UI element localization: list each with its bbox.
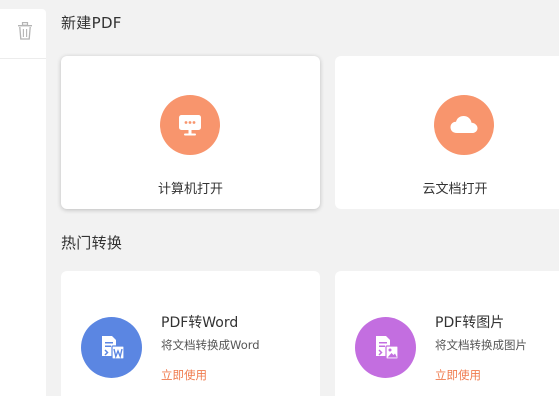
open-from-cloud-icon-circle [434,95,494,155]
pdf-to-image-use-now-link[interactable]: 立即使用 [435,367,481,383]
section-title-new-pdf: 新建PDF [61,14,122,32]
open-from-computer-icon-circle [160,95,220,155]
pdf-to-image-description: 将文档转换成图片 [435,338,527,352]
sidebar-divider [0,58,46,59]
open-from-cloud-card[interactable]: 云文档打开 [335,56,559,209]
open-from-cloud-label: 云文档打开 [422,182,488,197]
open-from-computer-card[interactable]: 计算机打开 [61,56,320,209]
pdf-to-word-card[interactable]: PDF转Word 将文档转换成Word 立即使用 [61,271,320,396]
cloud-icon [450,116,478,133]
pdf-to-word-title: PDF转Word [161,315,239,331]
trash-icon[interactable] [17,22,33,40]
pdf-to-image-card[interactable]: PDF转图片 将文档转换成图片 立即使用 [335,271,559,396]
pdf-to-word-icon-circle [81,317,142,378]
section-title-hot-conversion: 热门转换 [61,234,123,252]
pdf-to-word-use-now-link[interactable]: 立即使用 [161,367,207,383]
pdf-to-image-icon-circle [355,317,416,378]
app-root: 新建PDF 计算机打开 云文档打开 热门转换 PDF转Word 将文档转换成Wo… [0,0,559,396]
sidebar [0,9,46,396]
pdf-to-word-icon [101,335,125,360]
pdf-to-image-title: PDF转图片 [435,315,505,331]
pdf-to-word-description: 将文档转换成Word [161,338,260,352]
monitor-icon [179,115,201,136]
open-from-computer-label: 计算机打开 [157,182,223,197]
pdf-to-image-icon [375,335,399,360]
